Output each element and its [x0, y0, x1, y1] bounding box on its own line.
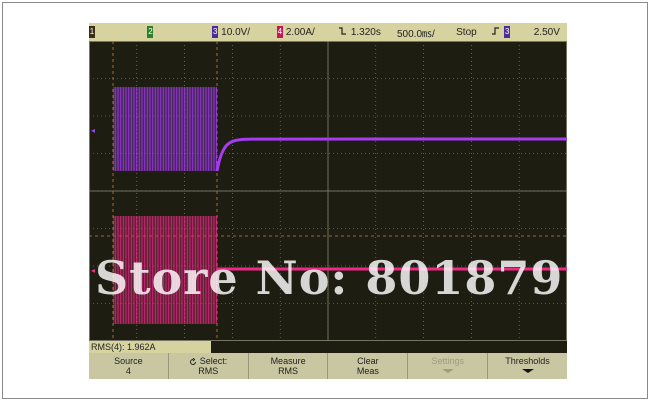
rising-edge-icon — [491, 26, 500, 39]
store-watermark: Store No: 801879 — [95, 251, 564, 305]
ch3-scale: 10.0V/ — [221, 26, 251, 38]
thresholds-arrow-icon — [521, 366, 535, 376]
trigger-level-field[interactable]: 2.50V — [534, 23, 567, 41]
select-softkey-label: Select: — [189, 356, 227, 366]
thresholds-softkey[interactable]: Thresholds — [488, 353, 567, 379]
trigger-source-marker: 3 — [504, 26, 511, 38]
clear-meas-softkey-value: Meas — [356, 366, 379, 376]
ch3-burst — [113, 87, 217, 171]
measure-softkey-value: RMS — [278, 366, 299, 376]
measurement-readout: RMS(4): 1.962A — [89, 341, 211, 353]
ch3-scale-field[interactable]: 3 10.0V/ — [212, 23, 277, 41]
time-offset-field[interactable]: 1.320s — [338, 23, 397, 41]
ch3-settled-trace — [215, 137, 567, 172]
ch3-ground-marker: ◂ — [91, 126, 95, 135]
trigger-source-field[interactable]: 3 — [491, 23, 534, 41]
source-softkey[interactable]: Source 4 — [89, 353, 169, 379]
ch4-scale-field[interactable]: 4 2.00A/ — [276, 23, 338, 41]
clear-meas-softkey[interactable]: Clear Meas — [328, 353, 409, 379]
select-softkey-value: RMS — [198, 366, 219, 376]
time-offset: 1.320s — [350, 26, 381, 38]
ch2-indicator[interactable]: 2 — [107, 23, 212, 41]
settings-softkey-label: Settings — [431, 356, 464, 366]
clear-meas-softkey-label: Clear — [357, 356, 379, 366]
run-state-field[interactable]: Stop — [456, 23, 491, 41]
run-state: Stop — [456, 26, 477, 38]
source-softkey-value: 4 — [125, 366, 131, 376]
select-softkey[interactable]: Select: RMS — [169, 353, 249, 379]
status-bar: 1 2 3 10.0V/ 4 2.00A/ 1.320s 500.0㎳/ Sto… — [89, 23, 567, 41]
ch2-marker: 2 — [147, 26, 154, 38]
ch3-marker: 3 — [212, 26, 219, 38]
falling-edge-icon — [338, 26, 347, 39]
time-scale-field[interactable]: 500.0㎳/ — [397, 23, 456, 41]
ch1-indicator[interactable]: 1 — [89, 23, 107, 41]
ch4-scale: 2.00A/ — [285, 26, 315, 38]
oscilloscope-display: 1 2 3 10.0V/ 4 2.00A/ 1.320s 500.0㎳/ Sto… — [89, 23, 567, 379]
source-softkey-label: Source — [114, 356, 143, 366]
ch4-marker: 4 — [276, 26, 283, 38]
image-frame: 1 2 3 10.0V/ 4 2.00A/ 1.320s 500.0㎳/ Sto… — [2, 2, 648, 399]
settings-arrow-icon — [441, 366, 455, 376]
measure-softkey[interactable]: Measure RMS — [249, 353, 329, 379]
time-scale: 500.0㎳/ — [396, 28, 435, 40]
thresholds-softkey-label: Thresholds — [505, 356, 550, 366]
trigger-level: 2.50V — [533, 26, 560, 38]
settings-softkey[interactable]: Settings — [408, 353, 489, 379]
ch1-marker: 1 — [89, 26, 95, 38]
rotate-knob-icon — [190, 357, 197, 365]
softkey-bar: Source 4 Select: RMS Measure RMS Clear M… — [89, 353, 567, 379]
measure-softkey-label: Measure — [270, 356, 306, 366]
